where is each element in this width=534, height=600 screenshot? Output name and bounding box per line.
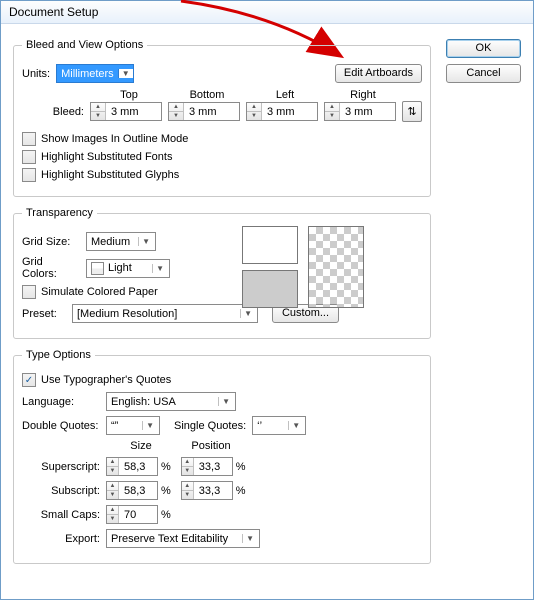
legend-type-options: Type Options <box>22 349 95 361</box>
position-header: Position <box>176 440 246 452</box>
subscript-label: Subscript: <box>22 485 100 497</box>
superscript-pos-stepper[interactable]: ▲▼33,3 <box>181 457 233 476</box>
bleed-right-stepper[interactable]: ▲▼3 mm <box>324 102 396 121</box>
swatch-bottom[interactable] <box>242 270 298 308</box>
checkbox-icon <box>22 150 36 164</box>
export-select[interactable]: Preserve Text Editability▼ <box>106 529 260 548</box>
grid-size-select[interactable]: Medium▼ <box>86 232 156 251</box>
smallcaps-label: Small Caps: <box>22 509 100 521</box>
legend-bleed-view: Bleed and View Options <box>22 39 147 51</box>
double-quotes-label: Double Quotes: <box>22 420 100 432</box>
size-header: Size <box>106 440 176 452</box>
cancel-button[interactable]: Cancel <box>446 64 521 83</box>
grid-swatch-icon <box>91 262 104 275</box>
bleed-top-stepper[interactable]: ▲▼3 mm <box>90 102 162 121</box>
chk-substituted-fonts[interactable]: Highlight Substituted Fonts <box>22 150 422 164</box>
dialog-document-setup: Document Setup Bleed and View Options Un… <box>0 0 534 600</box>
bleed-bottom-stepper[interactable]: ▲▼3 mm <box>168 102 240 121</box>
preset-label: Preset: <box>22 308 66 320</box>
bleed-left-stepper[interactable]: ▲▼3 mm <box>246 102 318 121</box>
checkbox-icon <box>22 132 36 146</box>
group-transparency: Transparency Grid Size: Medium▼ Grid Col… <box>13 207 431 339</box>
hdr-bottom: Bottom <box>168 89 246 101</box>
chevron-down-icon: ▼ <box>218 397 233 406</box>
double-quotes-select[interactable]: “”▼ <box>106 416 160 435</box>
chevron-down-icon: ▼ <box>142 421 157 430</box>
chk-outline-mode[interactable]: Show Images In Outline Mode <box>22 132 422 146</box>
language-select[interactable]: English: USA▼ <box>106 392 236 411</box>
single-quotes-select[interactable]: ‘’▼ <box>252 416 306 435</box>
bleed-label: Bleed: <box>22 106 84 118</box>
hdr-left: Left <box>246 89 324 101</box>
swatch-top[interactable] <box>242 226 298 264</box>
edit-artboards-button[interactable]: Edit Artboards <box>335 64 422 83</box>
hdr-right: Right <box>324 89 402 101</box>
transparency-swatches <box>242 226 364 308</box>
checkbox-icon: ✓ <box>22 373 36 387</box>
chevron-down-icon: ▼ <box>240 309 255 318</box>
grid-size-label: Grid Size: <box>22 236 80 248</box>
chevron-down-icon: ▼ <box>152 264 167 273</box>
chevron-down-icon: ▼ <box>118 69 133 78</box>
grid-colors-label: Grid Colors: <box>22 256 80 280</box>
units-label: Units: <box>22 68 50 80</box>
single-quotes-label: Single Quotes: <box>174 420 246 432</box>
chk-typographers-quotes[interactable]: ✓Use Typographer's Quotes <box>22 373 422 387</box>
chevron-down-icon: ▼ <box>288 421 303 430</box>
subscript-size-stepper[interactable]: ▲▼58,3 <box>106 481 158 500</box>
units-select[interactable]: Millimeters ▼ <box>56 64 134 83</box>
checker-preview <box>308 226 364 308</box>
chevron-down-icon: ▼ <box>242 534 257 543</box>
group-type-options: Type Options ✓Use Typographer's Quotes L… <box>13 349 431 564</box>
link-icon[interactable]: ⇅ <box>402 101 422 122</box>
chk-substituted-glyphs[interactable]: Highlight Substituted Glyphs <box>22 168 422 182</box>
smallcaps-stepper[interactable]: ▲▼70 <box>106 505 158 524</box>
chevron-down-icon: ▼ <box>138 237 153 246</box>
titlebar: Document Setup <box>1 1 533 24</box>
ok-button[interactable]: OK <box>446 39 521 58</box>
checkbox-icon <box>22 285 36 299</box>
language-label: Language: <box>22 396 100 408</box>
units-value: Millimeters <box>61 68 114 80</box>
superscript-label: Superscript: <box>22 461 100 473</box>
subscript-pos-stepper[interactable]: ▲▼33,3 <box>181 481 233 500</box>
group-bleed-view: Bleed and View Options Units: Millimeter… <box>13 39 431 197</box>
preset-select[interactable]: [Medium Resolution]▼ <box>72 304 258 323</box>
superscript-size-stepper[interactable]: ▲▼58,3 <box>106 457 158 476</box>
grid-colors-select[interactable]: Light▼ <box>86 259 170 278</box>
legend-transparency: Transparency <box>22 207 97 219</box>
export-label: Export: <box>22 533 100 545</box>
window-title: Document Setup <box>9 5 98 19</box>
bleed-headers: Top Bottom Left Right <box>90 89 422 101</box>
hdr-top: Top <box>90 89 168 101</box>
checkbox-icon <box>22 168 36 182</box>
